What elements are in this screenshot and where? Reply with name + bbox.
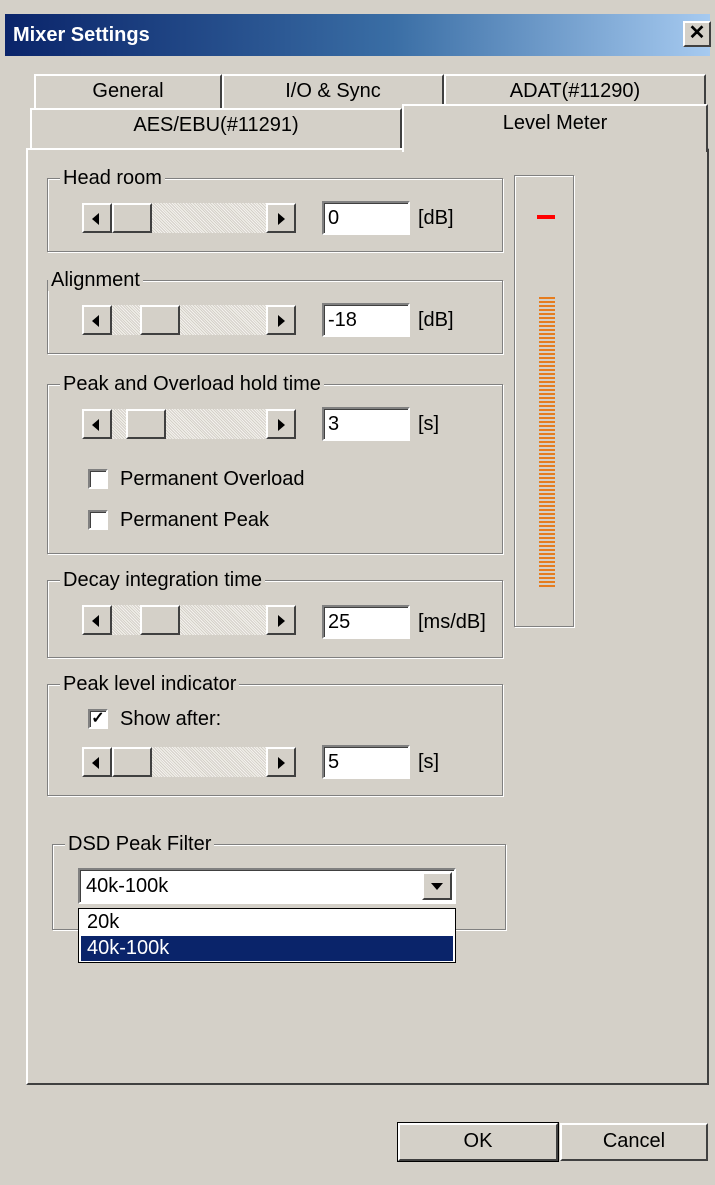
peak-indicator-group: Peak level indicator ✓ Show after: 5 [s] bbox=[47, 673, 503, 796]
head-room-label: Head room bbox=[60, 167, 165, 189]
slider-thumb[interactable] bbox=[126, 409, 166, 439]
peak-hold-unit: [s] bbox=[418, 413, 440, 435]
scroll-right-button[interactable] bbox=[266, 203, 296, 233]
permanent-peak-label: Permanent Peak bbox=[120, 509, 269, 531]
tab-level-meter[interactable]: Level Meter bbox=[402, 104, 708, 152]
dsd-filter-select[interactable]: 40k-100k bbox=[78, 868, 456, 904]
scroll-left-button[interactable] bbox=[82, 409, 112, 439]
arrow-right-icon bbox=[278, 757, 285, 769]
tab-adat-label: ADAT(#11290) bbox=[509, 80, 641, 102]
peak-indicator-label: Peak level indicator bbox=[60, 673, 240, 695]
peak-hold-input[interactable]: 3 bbox=[322, 407, 410, 441]
peak-hold-slider[interactable] bbox=[82, 409, 296, 439]
arrow-right-icon bbox=[278, 615, 285, 627]
tab-level-meter-label: Level Meter bbox=[502, 112, 608, 134]
head-room-unit: [dB] bbox=[418, 207, 454, 229]
dsd-filter-selected-value: 40k-100k bbox=[86, 875, 169, 897]
cancel-label: Cancel bbox=[602, 1130, 666, 1152]
decay-slider[interactable] bbox=[82, 605, 296, 635]
option-40k-100k[interactable]: 40k-100k bbox=[81, 936, 453, 961]
permanent-peak-checkbox[interactable] bbox=[88, 510, 108, 530]
decay-group: Decay integration time 25 [ms/dB] bbox=[47, 569, 503, 658]
head-room-slider[interactable] bbox=[82, 203, 296, 233]
alignment-slider[interactable] bbox=[82, 305, 296, 335]
checkmark-icon: ✓ bbox=[91, 710, 105, 727]
ok-button[interactable]: OK bbox=[397, 1122, 559, 1162]
arrow-left-icon bbox=[92, 419, 99, 431]
tab-aes-ebu-label: AES/EBU(#11291) bbox=[133, 114, 299, 136]
scroll-right-button[interactable] bbox=[266, 409, 296, 439]
tab-general-label: General bbox=[92, 80, 164, 102]
close-button[interactable]: ✕ bbox=[683, 21, 711, 47]
scroll-left-button[interactable] bbox=[82, 203, 112, 233]
close-icon: ✕ bbox=[688, 22, 706, 44]
alignment-group: Alignment -18 [dB] bbox=[47, 269, 503, 354]
peak-hold-group: Peak and Overload hold time 3 [s] Perman… bbox=[47, 373, 503, 554]
decay-input[interactable]: 25 bbox=[322, 605, 410, 639]
peak-indicator-unit: [s] bbox=[418, 751, 440, 773]
peak-indicator-input[interactable]: 5 bbox=[322, 745, 410, 779]
arrow-left-icon bbox=[92, 315, 99, 327]
alignment-input[interactable]: -18 bbox=[322, 303, 410, 337]
head-room-input[interactable]: 0 bbox=[322, 201, 410, 235]
scroll-right-button[interactable] bbox=[266, 747, 296, 777]
decay-label: Decay integration time bbox=[60, 569, 265, 591]
decay-unit: [ms/dB] bbox=[418, 611, 486, 633]
peak-hold-label: Peak and Overload hold time bbox=[60, 373, 324, 395]
tab-io-sync-label: I/O & Sync bbox=[285, 80, 381, 102]
mixer-settings-window: Mixer Settings ✕ General I/O & Sync ADAT… bbox=[0, 0, 715, 1185]
ok-label: OK bbox=[463, 1130, 493, 1152]
level-meter bbox=[514, 175, 574, 627]
slider-thumb[interactable] bbox=[112, 203, 152, 233]
peak-indicator-slider[interactable] bbox=[82, 747, 296, 777]
scroll-left-button[interactable] bbox=[82, 605, 112, 635]
dsd-filter-label: DSD Peak Filter bbox=[65, 833, 215, 855]
slider-thumb[interactable] bbox=[140, 605, 180, 635]
scroll-left-button[interactable] bbox=[82, 305, 112, 335]
permanent-overload-label: Permanent Overload bbox=[120, 468, 305, 490]
arrow-right-icon bbox=[278, 315, 285, 327]
slider-track[interactable] bbox=[112, 305, 266, 335]
show-after-checkbox[interactable]: ✓ bbox=[88, 709, 108, 729]
scroll-right-button[interactable] bbox=[266, 305, 296, 335]
scroll-left-button[interactable] bbox=[82, 747, 112, 777]
permanent-overload-checkbox[interactable] bbox=[88, 469, 108, 489]
option-20k[interactable]: 20k bbox=[81, 910, 453, 935]
arrow-left-icon bbox=[92, 615, 99, 627]
alignment-unit: [dB] bbox=[418, 309, 454, 331]
alignment-label: Alignment bbox=[48, 269, 143, 291]
slider-thumb[interactable] bbox=[112, 747, 152, 777]
dsd-filter-options: 20k 40k-100k bbox=[78, 908, 456, 963]
level-bar bbox=[539, 297, 555, 587]
show-after-label: Show after: bbox=[120, 708, 222, 730]
slider-thumb[interactable] bbox=[140, 305, 180, 335]
arrow-right-icon bbox=[278, 419, 285, 431]
head-room-group: Head room 0 [dB] bbox=[47, 167, 503, 252]
chevron-down-icon bbox=[431, 883, 443, 890]
arrow-left-icon bbox=[92, 213, 99, 225]
arrow-left-icon bbox=[92, 757, 99, 769]
scroll-right-button[interactable] bbox=[266, 605, 296, 635]
peak-marker bbox=[537, 215, 555, 219]
window-title: Mixer Settings bbox=[13, 24, 150, 46]
cancel-button[interactable]: Cancel bbox=[560, 1123, 708, 1161]
slider-track[interactable] bbox=[112, 605, 266, 635]
arrow-right-icon bbox=[278, 213, 285, 225]
dropdown-button[interactable] bbox=[422, 872, 452, 900]
title-bar[interactable]: Mixer Settings ✕ bbox=[5, 14, 711, 56]
tab-aes-ebu[interactable]: AES/EBU(#11291) bbox=[30, 108, 402, 150]
